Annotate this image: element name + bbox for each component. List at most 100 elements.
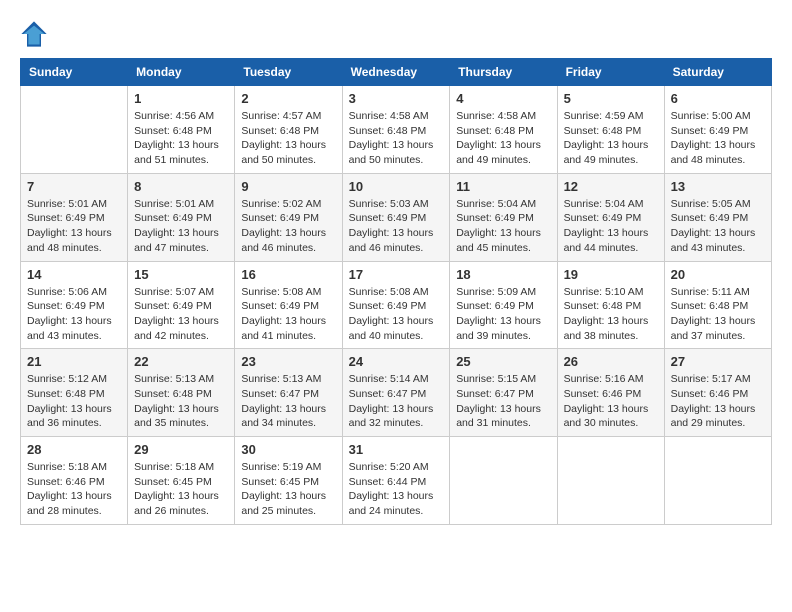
calendar-cell xyxy=(21,86,128,174)
day-number: 24 xyxy=(349,354,444,369)
day-of-week-header: Saturday xyxy=(664,59,771,86)
day-info: Sunrise: 5:05 AMSunset: 6:49 PMDaylight:… xyxy=(671,197,765,256)
calendar-cell: 29Sunrise: 5:18 AMSunset: 6:45 PMDayligh… xyxy=(128,437,235,525)
day-info: Sunrise: 5:08 AMSunset: 6:49 PMDaylight:… xyxy=(241,285,335,344)
day-number: 30 xyxy=(241,442,335,457)
calendar-cell: 30 Sunrise: 5:19 AMSunset: 6:45 PMDayligh… xyxy=(235,437,342,525)
day-of-week-header: Wednesday xyxy=(342,59,450,86)
calendar-cell: 1 Sunrise: 4:56 AMSunset: 6:48 PMDaylight… xyxy=(128,86,235,174)
day-number: 2 xyxy=(241,91,335,106)
calendar-cell: 11 Sunrise: 5:04 AMSunset: 6:49 PMDayligh… xyxy=(450,173,557,261)
logo-icon xyxy=(20,20,48,48)
day-number: 28 xyxy=(27,442,121,457)
day-number: 9 xyxy=(241,179,335,194)
day-info: Sunrise: 5:09 AMSunset: 6:49 PMDaylight:… xyxy=(456,285,550,344)
day-info: Sunrise: 5:16 AMSunset: 6:46 PMDaylight:… xyxy=(564,372,658,431)
day-of-week-header: Monday xyxy=(128,59,235,86)
calendar-cell: 25 Sunrise: 5:15 AMSunset: 6:47 PMDayligh… xyxy=(450,349,557,437)
day-number: 25 xyxy=(456,354,550,369)
day-number: 17 xyxy=(349,267,444,282)
calendar-cell xyxy=(664,437,771,525)
calendar-cell: 3 Sunrise: 4:58 AMSunset: 6:48 PMDaylight… xyxy=(342,86,450,174)
calendar-cell: 21 Sunrise: 5:12 AMSunset: 6:48 PMDayligh… xyxy=(21,349,128,437)
day-info: Sunrise: 5:02 AMSunset: 6:49 PMDaylight:… xyxy=(241,197,335,256)
day-info: Sunrise: 5:00 AMSunset: 6:49 PMDaylight:… xyxy=(671,109,765,168)
day-number: 3 xyxy=(349,91,444,106)
day-number: 10 xyxy=(349,179,444,194)
day-info: Sunrise: 5:07 AMSunset: 6:49 PMDaylight:… xyxy=(134,285,228,344)
day-number: 12 xyxy=(564,179,658,194)
calendar-cell xyxy=(450,437,557,525)
day-of-week-header: Friday xyxy=(557,59,664,86)
day-info: Sunrise: 4:56 AMSunset: 6:48 PMDaylight:… xyxy=(134,109,228,168)
day-number: 18 xyxy=(456,267,550,282)
day-info: Sunrise: 5:04 AMSunset: 6:49 PMDaylight:… xyxy=(564,197,658,256)
day-info: Sunrise: 5:15 AMSunset: 6:47 PMDaylight:… xyxy=(456,372,550,431)
calendar-cell: 8 Sunrise: 5:01 AMSunset: 6:49 PMDaylight… xyxy=(128,173,235,261)
day-info: Sunrise: 5:03 AMSunset: 6:49 PMDaylight:… xyxy=(349,197,444,256)
calendar-cell: 2 Sunrise: 4:57 AMSunset: 6:48 PMDaylight… xyxy=(235,86,342,174)
calendar-cell: 6 Sunrise: 5:00 AMSunset: 6:49 PMDaylight… xyxy=(664,86,771,174)
day-number: 11 xyxy=(456,179,550,194)
day-number: 26 xyxy=(564,354,658,369)
calendar-cell: 26 Sunrise: 5:16 AMSunset: 6:46 PMDayligh… xyxy=(557,349,664,437)
day-info: Sunrise: 5:19 AMSunset: 6:45 PMDaylight:… xyxy=(241,460,335,519)
day-info: Sunrise: 5:18 AMSunset: 6:46 PMDaylight:… xyxy=(27,460,121,519)
day-info: Sunrise: 5:10 AMSunset: 6:48 PMDaylight:… xyxy=(564,285,658,344)
calendar-cell: 20Sunrise: 5:11 AMSunset: 6:48 PMDayligh… xyxy=(664,261,771,349)
day-number: 27 xyxy=(671,354,765,369)
calendar-cell: 14 Sunrise: 5:06 AMSunset: 6:49 PMDayligh… xyxy=(21,261,128,349)
calendar-cell: 19 Sunrise: 5:10 AMSunset: 6:48 PMDayligh… xyxy=(557,261,664,349)
day-number: 20 xyxy=(671,267,765,282)
calendar-cell xyxy=(557,437,664,525)
calendar-cell: 28 Sunrise: 5:18 AMSunset: 6:46 PMDayligh… xyxy=(21,437,128,525)
calendar-cell: 15 Sunrise: 5:07 AMSunset: 6:49 PMDayligh… xyxy=(128,261,235,349)
calendar-cell: 10 Sunrise: 5:03 AMSunset: 6:49 PMDayligh… xyxy=(342,173,450,261)
day-number: 16 xyxy=(241,267,335,282)
calendar-cell: 9 Sunrise: 5:02 AMSunset: 6:49 PMDaylight… xyxy=(235,173,342,261)
logo xyxy=(20,20,52,48)
day-info: Sunrise: 4:58 AMSunset: 6:48 PMDaylight:… xyxy=(349,109,444,168)
day-info: Sunrise: 5:20 AMSunset: 6:44 PMDaylight:… xyxy=(349,460,444,519)
day-info: Sunrise: 5:13 AMSunset: 6:48 PMDaylight:… xyxy=(134,372,228,431)
day-number: 4 xyxy=(456,91,550,106)
day-info: Sunrise: 5:01 AMSunset: 6:49 PMDaylight:… xyxy=(134,197,228,256)
day-number: 6 xyxy=(671,91,765,106)
calendar-cell: 13 Sunrise: 5:05 AMSunset: 6:49 PMDayligh… xyxy=(664,173,771,261)
day-number: 8 xyxy=(134,179,228,194)
day-number: 15 xyxy=(134,267,228,282)
calendar-table: SundayMondayTuesdayWednesdayThursdayFrid… xyxy=(20,58,772,525)
calendar-cell: 31 Sunrise: 5:20 AMSunset: 6:44 PMDayligh… xyxy=(342,437,450,525)
day-number: 19 xyxy=(564,267,658,282)
day-number: 23 xyxy=(241,354,335,369)
day-info: Sunrise: 5:06 AMSunset: 6:49 PMDaylight:… xyxy=(27,285,121,344)
day-info: Sunrise: 4:57 AMSunset: 6:48 PMDaylight:… xyxy=(241,109,335,168)
day-number: 14 xyxy=(27,267,121,282)
day-info: Sunrise: 5:04 AMSunset: 6:49 PMDaylight:… xyxy=(456,197,550,256)
calendar-cell: 7 Sunrise: 5:01 AMSunset: 6:49 PMDaylight… xyxy=(21,173,128,261)
calendar-week-row: 7 Sunrise: 5:01 AMSunset: 6:49 PMDaylight… xyxy=(21,173,772,261)
day-info: Sunrise: 4:59 AMSunset: 6:48 PMDaylight:… xyxy=(564,109,658,168)
day-number: 13 xyxy=(671,179,765,194)
day-number: 7 xyxy=(27,179,121,194)
day-info: Sunrise: 5:01 AMSunset: 6:49 PMDaylight:… xyxy=(27,197,121,256)
day-info: Sunrise: 5:12 AMSunset: 6:48 PMDaylight:… xyxy=(27,372,121,431)
day-number: 21 xyxy=(27,354,121,369)
calendar-week-row: 21 Sunrise: 5:12 AMSunset: 6:48 PMDayligh… xyxy=(21,349,772,437)
day-of-week-header: Thursday xyxy=(450,59,557,86)
calendar-week-row: 28 Sunrise: 5:18 AMSunset: 6:46 PMDayligh… xyxy=(21,437,772,525)
day-info: Sunrise: 5:17 AMSunset: 6:46 PMDaylight:… xyxy=(671,372,765,431)
calendar-cell: 27 Sunrise: 5:17 AMSunset: 6:46 PMDayligh… xyxy=(664,349,771,437)
calendar-cell: 17Sunrise: 5:08 AMSunset: 6:49 PMDayligh… xyxy=(342,261,450,349)
day-number: 31 xyxy=(349,442,444,457)
calendar-cell: 5 Sunrise: 4:59 AMSunset: 6:48 PMDaylight… xyxy=(557,86,664,174)
calendar-cell: 22 Sunrise: 5:13 AMSunset: 6:48 PMDayligh… xyxy=(128,349,235,437)
calendar-cell: 4Sunrise: 4:58 AMSunset: 6:48 PMDaylight… xyxy=(450,86,557,174)
day-number: 22 xyxy=(134,354,228,369)
day-number: 29 xyxy=(134,442,228,457)
day-number: 5 xyxy=(564,91,658,106)
day-number: 1 xyxy=(134,91,228,106)
calendar-week-row: 14 Sunrise: 5:06 AMSunset: 6:49 PMDayligh… xyxy=(21,261,772,349)
day-of-week-header: Tuesday xyxy=(235,59,342,86)
day-info: Sunrise: 5:13 AMSunset: 6:47 PMDaylight:… xyxy=(241,372,335,431)
